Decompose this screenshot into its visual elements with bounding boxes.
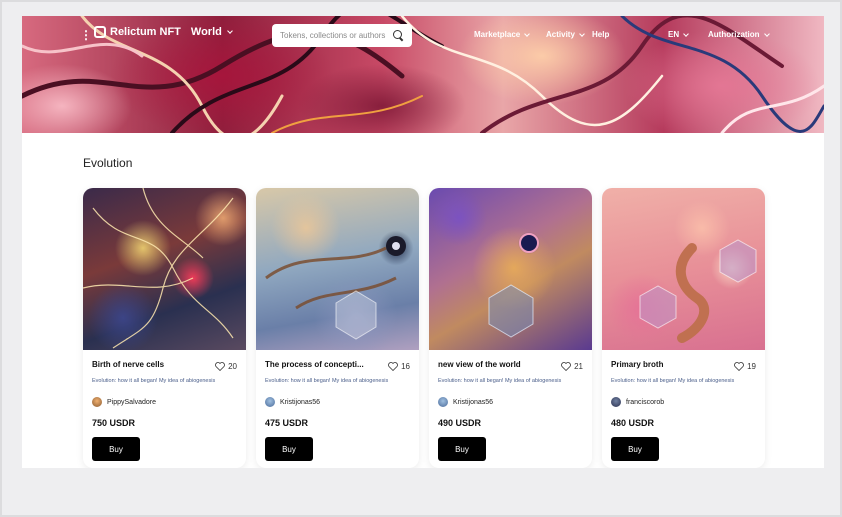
nft-image[interactable] [429, 188, 592, 350]
nft-title[interactable]: The process of concepti... [265, 360, 385, 369]
nav-activity-label: Activity [546, 30, 575, 39]
nft-title[interactable]: Birth of nerve cells [92, 360, 212, 369]
menu-icon[interactable]: ⋮ [80, 28, 92, 42]
heart-icon [388, 362, 398, 371]
chevron-down-icon [227, 28, 233, 34]
nft-title[interactable]: Primary broth [611, 360, 731, 369]
nft-card[interactable]: new view of the world 21 Evolution: how … [429, 188, 592, 468]
author-name: Kristijonas56 [280, 398, 321, 406]
author-name: Kristijonas56 [453, 398, 494, 406]
nav-authorization-label: Authorization [708, 30, 760, 39]
nft-price: 750 USDR [92, 418, 136, 428]
avatar [438, 397, 448, 407]
like-count: 16 [401, 362, 410, 371]
author[interactable]: Kristijonas56 [438, 397, 493, 407]
chevron-down-icon [763, 30, 770, 37]
like-button[interactable]: 21 [561, 362, 583, 371]
logo-text: Relictum NFT [110, 26, 181, 38]
nft-title[interactable]: new view of the world [438, 360, 558, 369]
author[interactable]: franciscorob [611, 397, 664, 407]
like-count: 20 [228, 362, 237, 371]
language-label: EN [668, 30, 680, 39]
chevron-down-icon [524, 30, 531, 37]
chevron-down-icon [579, 30, 585, 37]
nft-image[interactable] [256, 188, 419, 350]
search-box [272, 24, 412, 47]
page: ⋮ Relictum NFT World Marketplace Activit… [22, 16, 824, 468]
hero-banner: ⋮ Relictum NFT World Marketplace Activit… [22, 16, 824, 133]
nav-help-label: Help [592, 30, 610, 39]
nav-authorization[interactable]: Authorization [708, 30, 770, 39]
nft-card[interactable]: The process of concepti... 16 Evolution:… [256, 188, 419, 468]
nft-image[interactable] [602, 188, 765, 350]
language-select[interactable]: EN [668, 30, 689, 39]
nft-card[interactable]: Primary broth 19 Evolution: how it all b… [602, 188, 765, 468]
heart-icon [734, 362, 744, 371]
avatar [265, 397, 275, 407]
logo-icon [94, 26, 106, 38]
nft-description: Evolution: how it all began! My idea of … [438, 378, 562, 384]
nft-price: 490 USDR [438, 418, 482, 428]
logo-world-text: World [190, 26, 222, 38]
top-nav: ⋮ Relictum NFT World Marketplace Activit… [22, 16, 824, 54]
buy-button[interactable]: Buy [92, 437, 140, 461]
section-title: Evolution [83, 156, 133, 170]
nav-activity[interactable]: Activity [546, 30, 585, 39]
nft-description: Evolution: how it all began! My idea of … [265, 378, 389, 384]
author[interactable]: Kristijonas56 [265, 397, 320, 407]
search-icon[interactable] [393, 30, 404, 41]
nft-price: 475 USDR [265, 418, 309, 428]
like-count: 21 [574, 362, 583, 371]
nav-marketplace-label: Marketplace [474, 30, 521, 39]
avatar [92, 397, 102, 407]
heart-icon [561, 362, 571, 371]
heart-icon [215, 362, 225, 371]
nft-description: Evolution: how it all began! My idea of … [611, 378, 735, 384]
search-input[interactable] [280, 31, 388, 40]
author-name: PippySalvadore [107, 398, 157, 406]
like-button[interactable]: 20 [215, 362, 237, 371]
nft-image[interactable] [83, 188, 246, 350]
like-count: 19 [747, 362, 756, 371]
avatar [611, 397, 621, 407]
nav-marketplace[interactable]: Marketplace [474, 30, 531, 39]
chevron-down-icon [683, 30, 689, 37]
buy-button[interactable]: Buy [611, 437, 659, 461]
nft-description: Evolution: how it all began! My idea of … [92, 378, 216, 384]
nft-price: 480 USDR [611, 418, 655, 428]
logo[interactable]: Relictum NFT World [94, 26, 233, 38]
buy-button[interactable]: Buy [438, 437, 486, 461]
nav-help[interactable]: Help [592, 30, 609, 39]
like-button[interactable]: 19 [734, 362, 756, 371]
buy-button[interactable]: Buy [265, 437, 313, 461]
author-name: franciscorob [626, 398, 665, 406]
nft-card[interactable]: Birth of nerve cells 20 Evolution: how i… [83, 188, 246, 468]
like-button[interactable]: 16 [388, 362, 410, 371]
author[interactable]: PippySalvadore [92, 397, 156, 407]
